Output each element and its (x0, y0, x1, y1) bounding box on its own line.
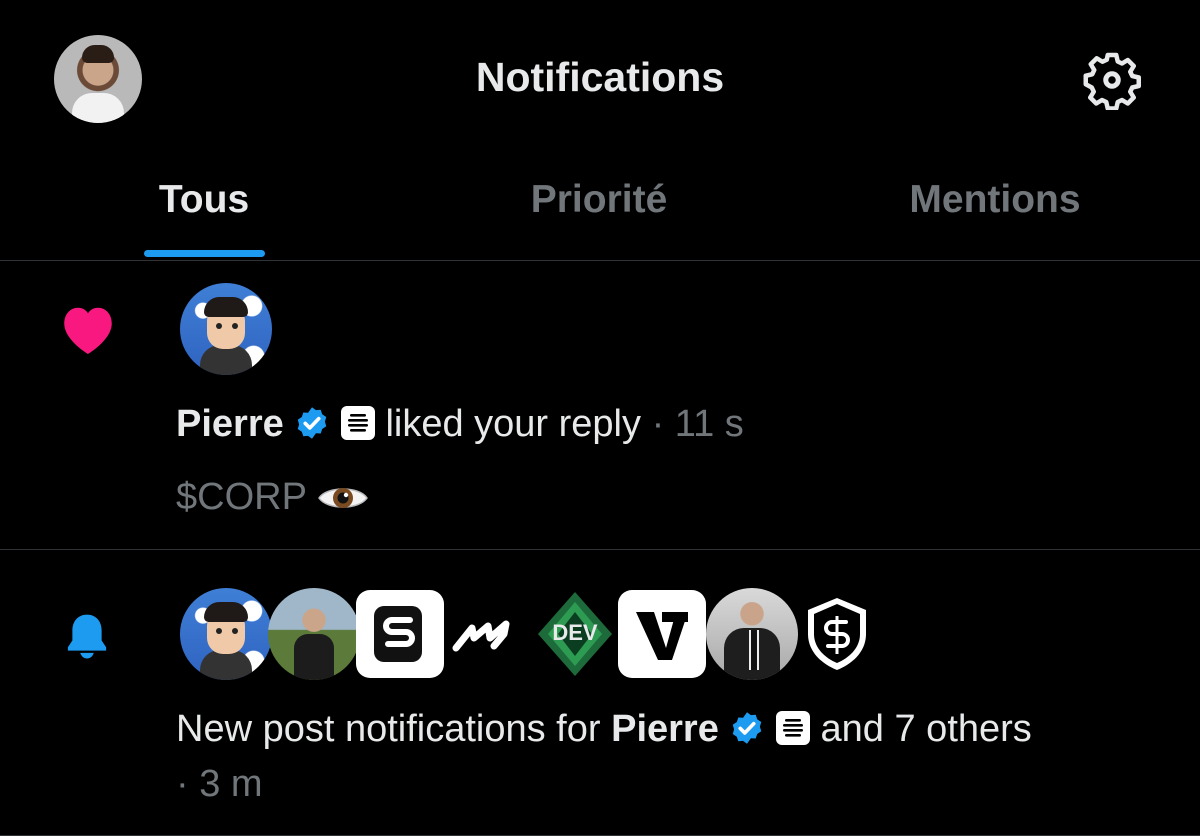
s-logo-icon (374, 606, 422, 662)
notification-like[interactable]: Pierre liked your reply · 11 s $CORP (0, 261, 1200, 550)
tab-priorite[interactable]: Priorité (531, 178, 668, 222)
pierre-avatar[interactable] (180, 588, 272, 680)
dev-logo-text: DEV (552, 620, 598, 645)
dollar-shield-avatar[interactable] (796, 588, 878, 680)
user-name[interactable]: Pierre (611, 708, 719, 750)
verified-badge-icon (733, 712, 762, 744)
new-post-prefix: New post notifications for (176, 708, 601, 750)
avatar-hair (204, 602, 248, 622)
avatar-hair (204, 297, 248, 317)
affiliation-badge-icon (775, 711, 810, 745)
verified-badge-icon (298, 407, 327, 439)
avatar-tie (749, 630, 759, 670)
m-logo-icon (452, 620, 510, 652)
bell-icon (67, 614, 107, 659)
avatar-body (200, 650, 252, 680)
pierre-avatar[interactable] (180, 283, 272, 375)
liked-post-snippet[interactable]: $CORP (176, 476, 369, 519)
dev-logo-avatar[interactable]: DEV (532, 588, 618, 680)
suit-man-avatar[interactable] (706, 588, 798, 680)
new-post-text-line: New post notifications for Pierre and 7 … (176, 708, 1032, 751)
eye-emoji-icon (317, 488, 368, 508)
user-avatar-photo[interactable] (268, 588, 360, 680)
v-logo-icon (636, 612, 688, 660)
active-tab-indicator (144, 250, 265, 257)
avatar-eye (232, 628, 238, 634)
avatar-shirt (294, 634, 334, 680)
avatar-eye (216, 628, 222, 634)
affiliation-badge-icon (340, 406, 375, 440)
new-post-suffix: and 7 others (820, 708, 1032, 750)
new-post-time: · 3 m (176, 763, 263, 805)
dollar-shield-icon (808, 598, 866, 670)
notification-tabs: Tous Priorité Mentions (0, 150, 1200, 261)
tab-tous[interactable]: Tous (159, 178, 249, 222)
tab-mentions[interactable]: Mentions (909, 178, 1080, 222)
s-logo-avatar[interactable] (356, 590, 444, 678)
avatar-body (200, 345, 252, 375)
like-text-line: Pierre liked your reply · 11 s (176, 403, 744, 446)
like-time: · 11 s (651, 403, 744, 445)
top-bar: Notifications (0, 0, 1200, 150)
v-logo-avatar[interactable] (618, 590, 706, 678)
settings-gear-icon[interactable] (1082, 50, 1142, 110)
snippet-text: $CORP (176, 476, 307, 518)
page-title: Notifications (475, 54, 725, 100)
avatar-eye (232, 323, 238, 329)
notification-new-post[interactable]: DEV New post notifications for Pierre an… (0, 550, 1200, 836)
like-action-text: liked your reply (385, 403, 641, 445)
heart-icon (64, 307, 112, 354)
user-name[interactable]: Pierre (176, 403, 284, 445)
m-logo-avatar[interactable] (444, 588, 532, 680)
avatar-eye (216, 323, 222, 329)
